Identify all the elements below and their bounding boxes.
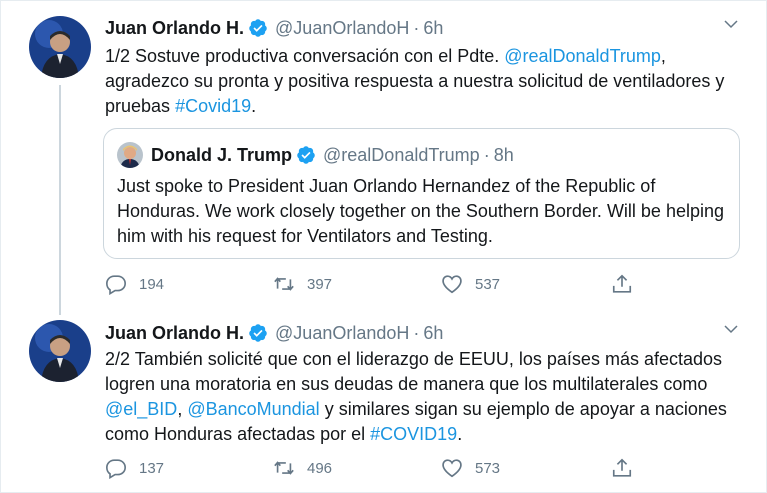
- like-count: 537: [475, 275, 501, 293]
- separator-dot: ·: [413, 322, 420, 343]
- text-segment: 1/2 Sostuve productiva conversación con …: [105, 46, 505, 66]
- tweet-header: Juan Orlando H. @JuanOrlandoH · 6h: [105, 320, 443, 346]
- like-count: 573: [475, 459, 501, 477]
- reply-icon: [106, 275, 126, 295]
- tweet-text: 2/2 También solicité que con el liderazg…: [105, 347, 745, 447]
- tweet-header: Juan Orlando H. @JuanOrlandoH · 6h: [105, 15, 443, 41]
- mention-link[interactable]: @BancoMundial: [187, 399, 319, 419]
- author-name[interactable]: Juan Orlando H.: [105, 323, 244, 344]
- hashtag-link[interactable]: #Covid19: [175, 96, 251, 116]
- retweet-button[interactable]: 496: [273, 455, 332, 481]
- separator-dot: ·: [413, 17, 420, 38]
- text-segment: 2/2 También solicité que con el liderazg…: [105, 349, 723, 394]
- text-segment: ,: [177, 399, 188, 419]
- share-button[interactable]: [611, 271, 633, 297]
- separator-dot: ·: [483, 144, 490, 165]
- retweet-count: 496: [307, 459, 333, 477]
- mention-link[interactable]: @el_BID: [105, 399, 177, 419]
- author-name[interactable]: Juan Orlando H.: [105, 18, 244, 39]
- text-segment: .: [251, 96, 257, 116]
- quoted-author-name[interactable]: Donald J. Trump: [151, 145, 292, 166]
- reply-button[interactable]: 137: [105, 455, 164, 481]
- reply-icon: [106, 459, 126, 479]
- verified-badge-icon: [297, 146, 315, 164]
- caret-down-icon[interactable]: [722, 15, 740, 33]
- tweet-text: 1/2 Sostuve productiva conversación con …: [105, 44, 745, 119]
- reply-count: 194: [139, 275, 165, 293]
- tweet[interactable]: Juan Orlando H. @JuanOrlandoH · 6h 1/2 S…: [1, 1, 767, 315]
- timestamp[interactable]: 6h: [423, 18, 443, 39]
- quoted-timestamp[interactable]: 8h: [494, 145, 514, 166]
- quoted-tweet-header: Donald J. Trump @realDonaldTrump · 8h: [117, 142, 514, 168]
- share-button[interactable]: [611, 455, 633, 481]
- author-handle[interactable]: @JuanOrlandoH: [275, 323, 409, 344]
- timestamp[interactable]: 6h: [423, 323, 443, 344]
- quoted-tweet-text: Just spoke to President Juan Orlando Her…: [117, 176, 724, 246]
- share-icon: [612, 458, 632, 477]
- like-button[interactable]: 537: [441, 271, 500, 297]
- avatar[interactable]: [29, 320, 91, 382]
- retweet-icon: [274, 461, 294, 475]
- reply-button[interactable]: 194: [105, 271, 164, 297]
- like-icon: [442, 459, 462, 478]
- quoted-tweet[interactable]: Donald J. Trump @realDonaldTrump · 8h Ju…: [103, 128, 740, 259]
- mention-link[interactable]: @realDonaldTrump: [504, 46, 661, 66]
- hashtag-link[interactable]: #COVID19: [370, 424, 457, 444]
- author-handle[interactable]: @JuanOrlandoH: [275, 18, 409, 39]
- timeline-frame: Juan Orlando H. @JuanOrlandoH · 6h 1/2 S…: [0, 0, 767, 493]
- like-button[interactable]: 573: [441, 455, 500, 481]
- tweet-actions: 194 397 537: [105, 271, 665, 297]
- thread-line: [59, 85, 61, 315]
- caret-down-icon[interactable]: [722, 320, 740, 338]
- verified-badge-icon: [249, 19, 267, 37]
- verified-badge-icon: [249, 324, 267, 342]
- tweet[interactable]: Juan Orlando H. @JuanOrlandoH · 6h 2/2 T…: [1, 312, 767, 493]
- like-icon: [442, 275, 462, 294]
- tweet-actions: 137 496 573: [105, 455, 665, 481]
- text-segment: .: [457, 424, 463, 444]
- quoted-avatar: [117, 142, 143, 168]
- avatar[interactable]: [29, 16, 91, 78]
- retweet-button[interactable]: 397: [273, 271, 332, 297]
- quoted-author-handle[interactable]: @realDonaldTrump: [323, 145, 480, 166]
- retweet-count: 397: [307, 275, 333, 293]
- share-icon: [612, 274, 632, 293]
- reply-count: 137: [139, 459, 165, 477]
- retweet-icon: [274, 277, 294, 291]
